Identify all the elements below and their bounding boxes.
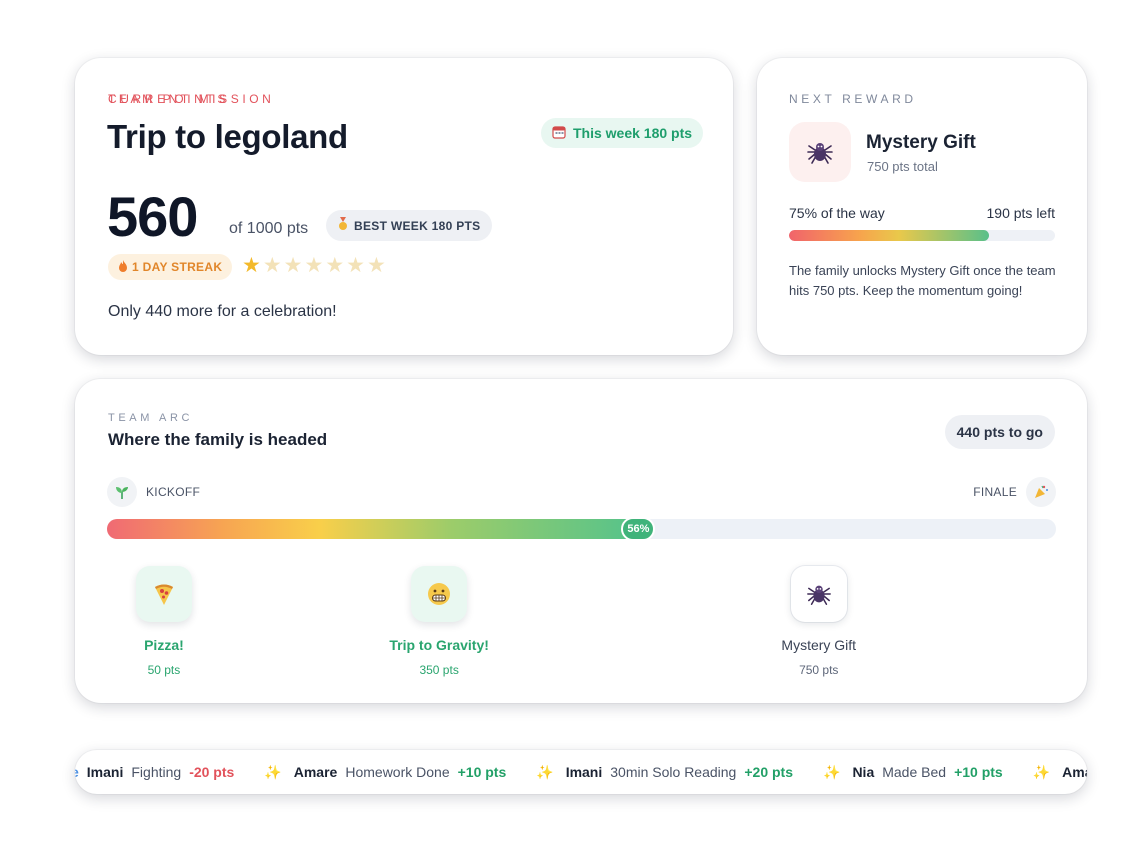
ticker-member-name: Imani — [565, 764, 603, 780]
best-week-label: BEST WEEK 180 PTS — [354, 218, 481, 233]
activity-ticker: e Imani Fighting -20 pts ✨ Amare Homework Done… — [75, 750, 1087, 794]
ticker-item: Imani Fighting -20 pts — [87, 764, 235, 780]
arc-title: Where the family is headed — [108, 430, 328, 449]
week-points-badge: This week 180 pts — [541, 118, 704, 148]
team-points-value: 560 — [107, 185, 198, 248]
grimace-face-icon — [411, 566, 468, 622]
ticker-member-name: Amare — [293, 764, 338, 780]
ticker-points: +10 pts — [457, 764, 507, 780]
finale-endpoint: FINALE — [973, 477, 1056, 507]
streak-stars: ★ ★ ★ ★ ★ ★ ★ — [242, 254, 386, 278]
reward-total: 750 pts total — [867, 159, 938, 174]
arc-eyebrow: TEAM ARC — [108, 412, 194, 424]
star-empty-icon: ★ — [325, 254, 345, 277]
arc-progress-marker: 56% — [621, 517, 656, 541]
reward-message: The family unlocks Mystery Gift once the… — [789, 263, 1056, 298]
streak-label: 1 DAY STREAK — [132, 260, 223, 274]
best-week-badge: BEST WEEK 180 PTS — [326, 210, 493, 241]
mission-title: Trip to legoland — [107, 118, 348, 155]
star-filled-icon: ★ — [242, 254, 261, 277]
milestone-points: 350 pts — [419, 663, 459, 677]
kickoff-label: KICKOFF — [146, 485, 201, 499]
ticker-member-name: Amare — [1062, 764, 1087, 780]
reward-points-left: 190 pts left — [986, 205, 1056, 221]
team-arc-card: TEAM ARC Where the family is headed 440 … — [75, 379, 1087, 703]
team-points-label: TEAM POINTS — [108, 92, 229, 106]
milestone: Mystery Gift 750 pts — [749, 566, 889, 677]
sparkle-icon: ✨ — [264, 763, 282, 780]
sprout-icon — [107, 477, 137, 507]
star-empty-icon: ★ — [304, 254, 324, 277]
spider-icon — [790, 566, 847, 622]
mission-message: Only 440 more for a celebration! — [108, 303, 337, 320]
points-to-go-badge: 440 pts to go — [944, 415, 1055, 449]
milestone-points: 50 pts — [147, 663, 181, 677]
kickoff-endpoint: KICKOFF — [107, 477, 200, 507]
calendar-icon — [552, 125, 566, 142]
ticker-activity: 30min Solo Reading — [610, 764, 737, 780]
star-empty-icon: ★ — [262, 254, 282, 277]
sparkle-icon: ✨ — [823, 763, 841, 780]
ticker-row: e Imani Fighting -20 pts ✨ Amare Homework Done… — [75, 750, 1087, 794]
milestone-name: Mystery Gift — [781, 637, 857, 653]
sparkle-icon: ✨ — [536, 763, 554, 780]
arc-progress-fill — [107, 519, 639, 539]
ticker-item: ✨ Nia Made Bed +10 pts — [793, 764, 1003, 781]
star-empty-icon: ★ — [366, 254, 386, 277]
milestone: Pizza! 50 pts — [94, 566, 234, 677]
ticker-item: ✨ Imani 30min Solo Reading +20 pts — [506, 764, 793, 781]
ticker-item: ✨ Amare Homework Done +10 pts — [234, 764, 506, 781]
star-empty-icon: ★ — [346, 254, 365, 277]
reward-progress-bar — [789, 230, 1055, 241]
ticker-activity: Made Bed — [882, 764, 947, 780]
milestone-points: 750 pts — [799, 663, 839, 677]
team-points-total: of 1000 pts — [229, 220, 309, 237]
ticker-cutoff-fragment: e — [75, 764, 79, 780]
ticker-activity: Homework Done — [345, 764, 450, 780]
reward-progress-label: 75% of the way — [789, 205, 885, 221]
sparkle-icon: ✨ — [1032, 763, 1051, 780]
reward-name: Mystery Gift — [866, 132, 976, 153]
finale-label: FINALE — [973, 485, 1017, 499]
milestone-name: Pizza! — [144, 637, 184, 653]
reward-eyebrow: NEXT REWARD — [789, 92, 917, 106]
pizza-icon — [135, 566, 192, 622]
ticker-points: -20 pts — [189, 764, 235, 780]
milestone: Trip to Gravity! 350 pts — [369, 566, 509, 677]
party-popper-icon — [1026, 477, 1056, 507]
ticker-points: +10 pts — [954, 764, 1003, 780]
flame-icon — [118, 259, 128, 275]
ticker-member-name: Imani — [86, 764, 124, 780]
ticker-item: ✨ Amare — [1003, 764, 1087, 781]
ticker-points: +20 pts — [744, 764, 793, 780]
week-points-label: This week 180 pts — [573, 125, 693, 141]
arc-progress-bar: 56% — [107, 517, 1056, 541]
reward-progress-fill — [789, 230, 989, 241]
spider-icon — [789, 122, 851, 182]
streak-badge: 1 DAY STREAK — [108, 254, 233, 280]
milestone-name: Trip to Gravity! — [389, 637, 489, 653]
next-reward-card: NEXT REWARD Mystery Gift 750 pts total 7… — [757, 58, 1087, 355]
medal-icon — [338, 217, 348, 234]
ticker-activity: Fighting — [131, 764, 182, 780]
current-mission-card: CURRENT MISSION Trip to legoland This we… — [75, 58, 733, 355]
ticker-member-name: Nia — [852, 764, 875, 780]
star-empty-icon: ★ — [283, 254, 303, 277]
